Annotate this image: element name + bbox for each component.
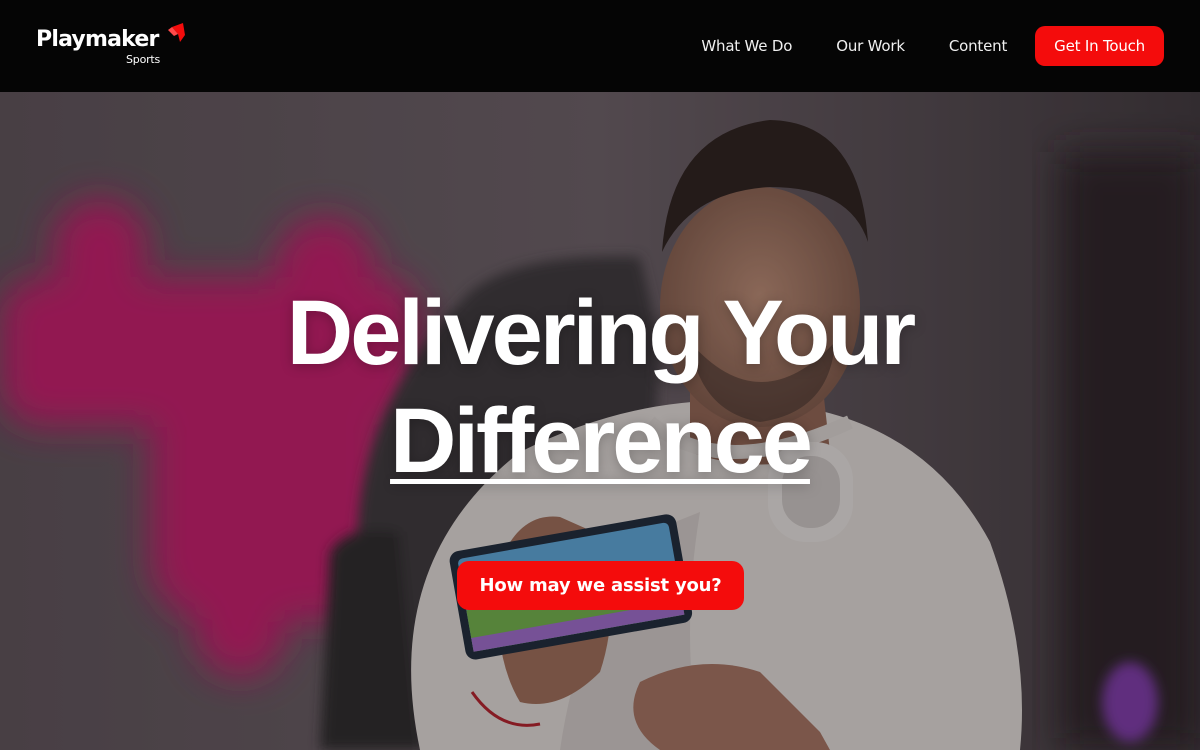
logo-wordmark: Playmaker [36,27,159,52]
hero-section: Delivering Your Difference How may we as… [0,92,1200,750]
how-may-we-assist-button[interactable]: How may we assist you? [457,561,744,610]
get-in-touch-button[interactable]: Get In Touch [1035,26,1164,66]
top-navbar: Playmaker Sports What We Do Our Work Con… [0,0,1200,92]
nav-link-what-we-do[interactable]: What We Do [701,37,792,55]
playmaker-sports-logo[interactable]: Playmaker Sports [36,23,186,69]
hero-headline-line2: Difference [0,395,1200,487]
logo-flag-icon [168,23,185,42]
hero-headline-underlined-word: Difference [390,390,813,492]
nav-link-content[interactable]: Content [949,37,1007,55]
nav-link-our-work[interactable]: Our Work [836,37,905,55]
hero-headline-line1: Delivering Your [286,282,916,384]
main-nav: What We Do Our Work Content Get In Touch [701,26,1164,66]
logo-subtitle: Sports [126,53,161,66]
